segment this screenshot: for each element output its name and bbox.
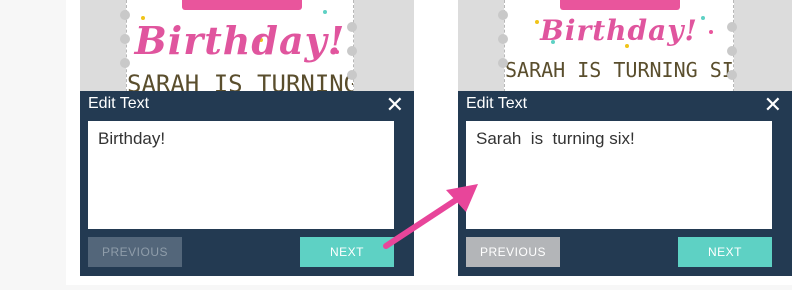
tutorial-stage: Birthday! SARAH IS TURNING SIX! Edit Tex…: [66, 0, 792, 285]
edit-panel-step-2: Birthday! SARAH IS TURNING SIX! Edit Tex…: [458, 0, 792, 276]
card-edge-scallop: [120, 34, 130, 44]
card-subtitle-text[interactable]: SARAH IS TURNING SIX!: [127, 70, 353, 92]
dialog-header: Edit Text ✕: [458, 91, 792, 119]
card-edge-scallop: [727, 70, 737, 80]
text-input[interactable]: Sarah is turning six!: [466, 121, 772, 229]
edit-text-dialog: Edit Text ✕ Sarah is turning six! PREVIO…: [458, 91, 792, 276]
birthday-card-preview: Birthday! SARAH IS TURNING SIX!: [126, 0, 354, 92]
card-title-text[interactable]: Birthday!: [127, 18, 353, 63]
previous-button[interactable]: PREVIOUS: [88, 237, 182, 267]
card-edge-scallop: [120, 58, 130, 68]
next-button[interactable]: NEXT: [678, 237, 772, 267]
close-icon[interactable]: ✕: [386, 94, 404, 116]
card-edge-scallop: [727, 22, 737, 32]
card-edge-scallop: [347, 70, 357, 80]
card-edge-scallop: [727, 46, 737, 56]
close-icon[interactable]: ✕: [764, 94, 782, 116]
card-edge-scallop: [347, 22, 357, 32]
card-ribbon: [182, 0, 302, 10]
card-edge-scallop: [498, 34, 508, 44]
confetti-dot: [323, 10, 327, 14]
dialog-title: Edit Text: [88, 95, 150, 112]
card-edge-scallop: [120, 10, 130, 20]
dialog-title: Edit Text: [466, 95, 528, 112]
card-ribbon: [560, 0, 680, 10]
edit-panel-step-1: Birthday! SARAH IS TURNING SIX! Edit Tex…: [80, 0, 414, 276]
card-edge-scallop: [498, 58, 508, 68]
card-title-text[interactable]: Birthday!: [505, 14, 733, 47]
next-button[interactable]: NEXT: [300, 237, 394, 267]
text-input[interactable]: Birthday!: [88, 121, 394, 229]
card-edge-scallop: [498, 10, 508, 20]
birthday-card-preview: Birthday! SARAH IS TURNING SIX!: [504, 0, 734, 92]
edit-text-dialog: Edit Text ✕ Birthday! PREVIOUS NEXT: [80, 91, 414, 276]
card-subtitle-text[interactable]: SARAH IS TURNING SIX!: [505, 58, 733, 82]
previous-button[interactable]: PREVIOUS: [466, 237, 560, 267]
card-edge-scallop: [347, 46, 357, 56]
dialog-header: Edit Text ✕: [80, 91, 414, 119]
